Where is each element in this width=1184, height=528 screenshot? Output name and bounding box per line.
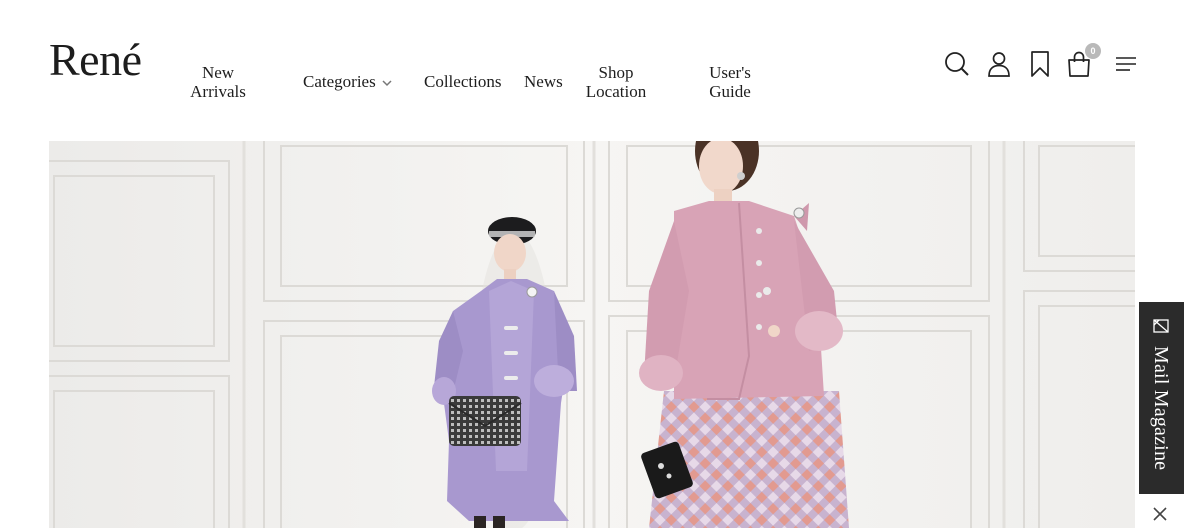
cart-count-badge: 0	[1085, 43, 1101, 59]
user-icon[interactable]	[986, 50, 1012, 78]
nav-news[interactable]: News	[524, 72, 563, 91]
nav-shop-location[interactable]: Shop Location	[584, 63, 648, 101]
hero-image	[49, 141, 1135, 528]
bookmark-icon[interactable]	[1027, 50, 1053, 78]
nav-categories[interactable]: Categories	[303, 72, 392, 91]
mail-magazine-tab[interactable]: Mail Magazine	[1139, 302, 1184, 494]
nav-users-guide[interactable]: User's Guide	[707, 63, 753, 101]
nav-categories-label: Categories	[303, 72, 376, 91]
nav-collections[interactable]: Collections	[424, 72, 501, 91]
search-icon[interactable]	[944, 50, 970, 78]
brand-logo[interactable]: René	[49, 34, 142, 86]
mail-magazine-label: Mail Magazine	[1150, 346, 1172, 471]
hamburger-menu-icon[interactable]	[1114, 52, 1138, 76]
chevron-down-icon	[382, 72, 392, 91]
close-icon[interactable]	[1151, 505, 1169, 523]
hero-banner[interactable]	[49, 141, 1135, 528]
mail-icon	[1152, 317, 1170, 335]
nav-new-arrivals[interactable]: New Arrivals	[189, 63, 247, 101]
